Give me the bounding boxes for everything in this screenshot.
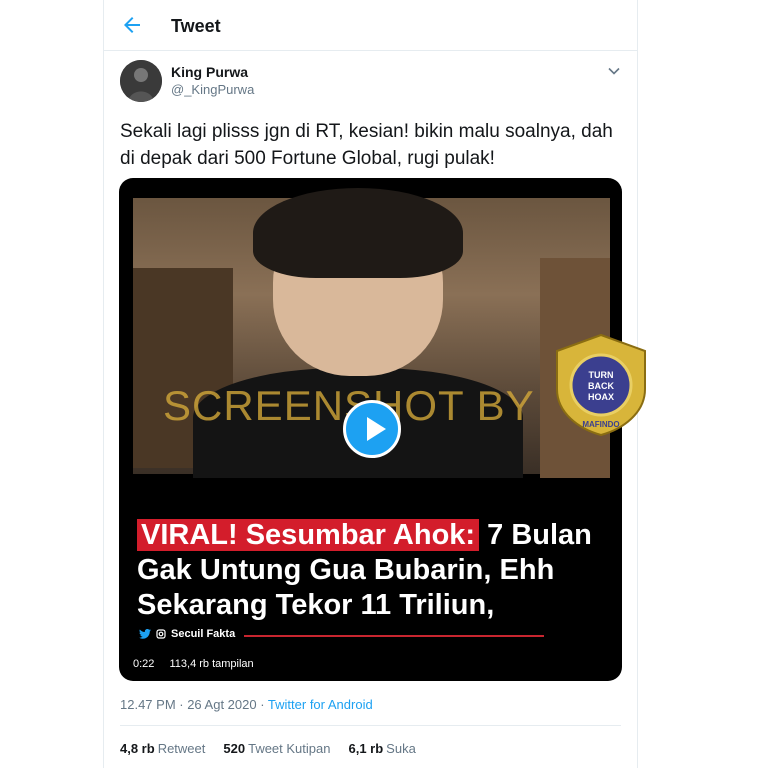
quote-count[interactable]: 520 Tweet Kutipan (223, 741, 330, 756)
caption-highlight: VIRAL! Sesumbar Ahok: (137, 519, 480, 551)
twitter-bird-icon (139, 629, 151, 639)
turnbackhoax-logo: TURN BACK HOAX MAFINDO (556, 333, 646, 437)
retweet-value: 4,8 rb (120, 741, 155, 756)
video-source: Secuil Fakta (139, 628, 235, 640)
tweet-stats: 4,8 rb Retweet 520 Tweet Kutipan 6,1 rb Suk… (120, 741, 416, 756)
video-info: 0:22 113,4 rb tampilan (133, 658, 266, 670)
chevron-down-icon[interactable] (607, 64, 621, 78)
page-title: Tweet (171, 16, 221, 36)
video-caption: VIRAL! Sesumbar Ahok: 7 Bulan Gak Untung… (137, 518, 592, 623)
tweet-text: Sekali lagi plisss jgn di RT, kesian! bi… (120, 121, 613, 169)
user-handle[interactable]: @_KingPurwa (171, 82, 254, 97)
tweet-client-link[interactable]: Twitter for Android (268, 697, 373, 712)
video-player[interactable]: SCREENSHOT BY VIRAL! Sesumbar Ahok: 7 Bu… (119, 178, 622, 681)
tweet-meta: 12.47 PM · 26 Agt 2020 · Twitter for And… (120, 697, 373, 712)
video-duration: 0:22 (133, 658, 155, 670)
quote-value: 520 (223, 741, 246, 756)
like-count[interactable]: 6,1 rb Suka (348, 741, 415, 756)
play-icon[interactable] (343, 400, 401, 458)
svg-text:TURN: TURN (589, 370, 614, 380)
svg-text:HOAX: HOAX (588, 392, 614, 402)
caption-rest: 7 Bulan (479, 519, 592, 551)
arrow-left-icon[interactable] (120, 13, 144, 37)
retweet-label: Retweet (157, 741, 206, 756)
divider (120, 725, 621, 726)
user-name[interactable]: King Purwa (171, 64, 248, 80)
header: Tweet (104, 0, 637, 51)
avatar[interactable] (120, 60, 162, 102)
video-views: 113,4 rb tampilan (169, 658, 254, 670)
source-underline (244, 635, 544, 637)
tweet-timestamp[interactable]: 12.47 PM · 26 Agt 2020 · (120, 697, 268, 712)
quote-label: Tweet Kutipan (248, 741, 331, 756)
like-value: 6,1 rb (348, 741, 384, 756)
instagram-icon (156, 629, 166, 639)
retweet-count[interactable]: 4,8 rb Retweet (120, 741, 205, 756)
svg-text:MAFINDO: MAFINDO (582, 420, 619, 429)
caption-line-3: Sekarang Tekor 11 Triliun, (137, 589, 495, 621)
source-name: Secuil Fakta (171, 628, 236, 640)
svg-text:BACK: BACK (588, 381, 614, 391)
caption-line-2: Gak Untung Gua Bubarin, Ehh (137, 554, 555, 586)
like-label: Suka (386, 741, 416, 756)
